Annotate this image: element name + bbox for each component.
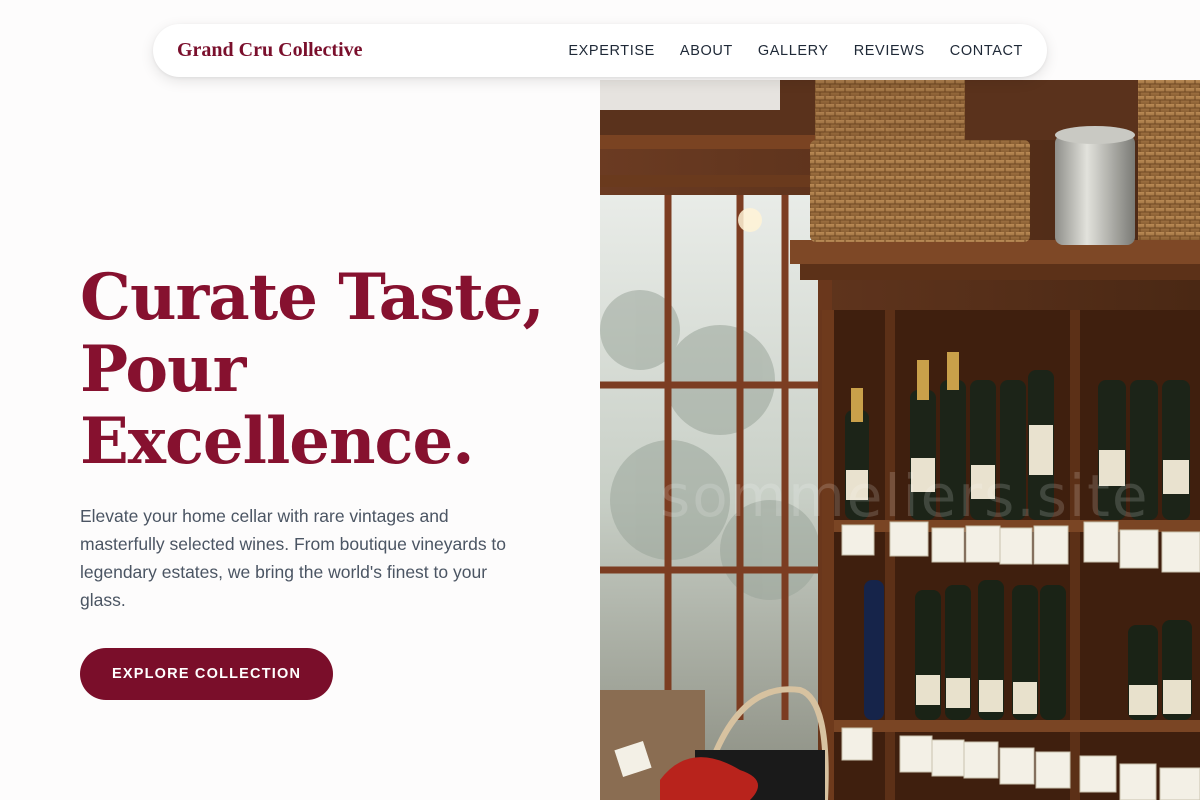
brand-logo-link[interactable]: Grand Cru Collective bbox=[177, 39, 363, 62]
top-navbar: Grand Cru Collective EXPERTISE ABOUT GAL… bbox=[153, 24, 1047, 77]
nav-link-gallery[interactable]: GALLERY bbox=[758, 43, 829, 59]
explore-collection-button[interactable]: EXPLORE COLLECTION bbox=[80, 648, 334, 700]
headline-line-1: Curate Taste, bbox=[80, 260, 545, 335]
nav-link-expertise[interactable]: EXPERTISE bbox=[568, 43, 655, 59]
nav-link-contact[interactable]: CONTACT bbox=[950, 43, 1023, 59]
hero-image-wine-shop bbox=[600, 80, 1200, 800]
nav-link-reviews[interactable]: REVIEWS bbox=[854, 43, 925, 59]
headline-line-2: Pour bbox=[80, 332, 246, 407]
hero-description: Elevate your home cellar with rare vinta… bbox=[80, 506, 507, 610]
hero-headline: Curate Taste, Pour Excellence. bbox=[80, 262, 580, 478]
nav-link-about[interactable]: ABOUT bbox=[680, 43, 733, 59]
nav-links: EXPERTISE ABOUT GALLERY REVIEWS CONTACT bbox=[568, 43, 1023, 59]
headline-line-3: Excellence. bbox=[80, 404, 474, 479]
hero-content: Curate Taste, Pour Excellence. Elevate y… bbox=[80, 262, 580, 700]
